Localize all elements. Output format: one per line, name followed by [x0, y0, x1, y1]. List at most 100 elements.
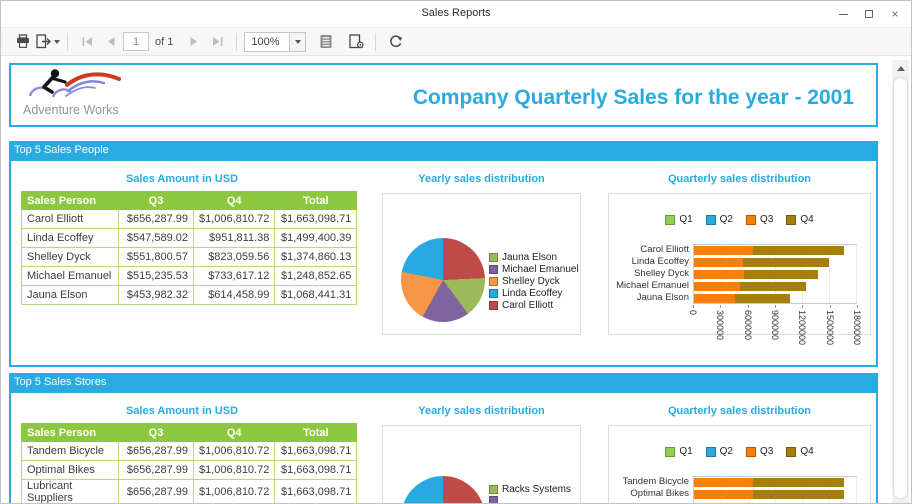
- scrollbar-thumb[interactable]: [893, 77, 908, 499]
- scroll-up-icon: [896, 65, 905, 71]
- section-body-top5-sales-people: Sales Amount in USD Yearly sales distrib…: [9, 159, 878, 367]
- table-row: Jauna Elson $453,982.32 $614,458.99 $1,068,…: [21, 285, 358, 305]
- table-cell: $515,235.53: [118, 266, 194, 286]
- bar-category-label: Shelley Dyck: [634, 268, 689, 279]
- pie-chart: [401, 476, 485, 503]
- legend-label: Jauna Elson: [502, 252, 558, 263]
- export-button[interactable]: [35, 31, 60, 53]
- column-header: Sales Person: [21, 191, 119, 210]
- zoom-dropdown-button[interactable]: [290, 31, 307, 52]
- legend-label: Q2: [719, 214, 733, 225]
- bar-category-label: Jauna Elson: [636, 292, 689, 303]
- column-header: Q3: [118, 191, 194, 210]
- last-page-button[interactable]: [205, 31, 229, 53]
- legend-swatch: [705, 214, 716, 225]
- bar-category-label: Tandem Bicycle: [622, 476, 689, 487]
- legend-item: Q4: [786, 214, 814, 225]
- legend-swatch: [665, 446, 676, 457]
- previous-page-icon: [107, 37, 114, 46]
- logo-label: Adventure Works: [23, 103, 119, 117]
- bar-legend: Q1 Q2 Q3 Q4: [609, 446, 870, 457]
- table-cell: $656,287.99: [118, 441, 194, 461]
- axis-tick-label: 1200000: [797, 310, 808, 346]
- legend-swatch: [705, 446, 716, 457]
- table-cell: Carol Elliott: [21, 209, 119, 229]
- gridline: [856, 245, 857, 303]
- bar-segment-q3: [694, 490, 754, 499]
- page-number-input[interactable]: [123, 32, 149, 51]
- legend-label: Q1: [679, 214, 693, 225]
- legend-swatch: [489, 277, 498, 286]
- close-icon: ×: [891, 7, 899, 21]
- zoom-caret-icon: [294, 39, 301, 44]
- legend-item: Q3: [746, 214, 773, 225]
- minimize-button[interactable]: [835, 6, 851, 22]
- table-header-row: Sales Person Q3 Q4 Total: [21, 191, 358, 210]
- table-cell: $453,982.32: [118, 285, 194, 305]
- bar-category-labels: Carol Elliott Linda Ecoffey Shelley Dyck Mi…: [609, 244, 689, 304]
- maximize-button[interactable]: [861, 6, 877, 22]
- bar-segment-q4: [753, 246, 844, 255]
- legend-swatch: [489, 253, 498, 262]
- bar-row: [694, 477, 856, 489]
- table-row: Linda Ecoffey $547,589.02 $951,811.38 $1,49…: [21, 228, 358, 248]
- pie-legend: Jauna Elson Michael Emanuel Shelley Dyck Li…: [489, 252, 579, 312]
- column-header: Q4: [192, 191, 276, 210]
- vertical-scrollbar[interactable]: [892, 60, 909, 503]
- minimize-icon: [838, 13, 848, 15]
- legend-label: Q3: [760, 446, 774, 457]
- bar-category-label: Michael Emanuel: [616, 280, 689, 291]
- legend-item: Q2: [705, 446, 733, 457]
- first-page-icon: [82, 37, 92, 46]
- next-page-button[interactable]: [181, 31, 205, 53]
- bar-segment-q4: [740, 282, 807, 291]
- table-row: Optimal Bikes $656,287.99 $1,006,810.72 $1,…: [21, 460, 358, 480]
- axis-tick-label: 300000: [715, 310, 726, 341]
- section-header-top5-sales-people: Top 5 Sales People: [9, 141, 878, 159]
- legend-label: Q1: [679, 446, 693, 457]
- table-cell: $656,287.99: [118, 209, 194, 229]
- section-body-top5-sales-stores: Sales Amount in USD Yearly sales distrib…: [9, 391, 878, 503]
- page-setup-button[interactable]: [344, 31, 368, 53]
- legend-item: Linda Ecoffey: [489, 288, 579, 299]
- column-header: Q4: [192, 423, 276, 442]
- table-cell: $551,800.57: [118, 247, 194, 267]
- page-count-label: of 1: [155, 35, 174, 48]
- axis-tick-label: 600000: [742, 310, 753, 341]
- legend-item: Q1: [665, 446, 693, 457]
- axis-tick-label: 1800000: [852, 310, 862, 346]
- close-button[interactable]: ×: [887, 6, 903, 22]
- section-header-top5-sales-stores: Top 5 Sales Stores: [9, 373, 878, 391]
- bar-segment-q3: [694, 270, 744, 279]
- table-cell: $951,811.38: [192, 228, 276, 248]
- column-header: Sales Person: [21, 423, 119, 442]
- bar-row: [694, 489, 856, 501]
- scroll-up-button[interactable]: [892, 60, 909, 76]
- print-button[interactable]: [11, 31, 35, 53]
- previous-page-button[interactable]: [99, 31, 123, 53]
- pie-chart-title: Yearly sales distribution: [418, 173, 545, 185]
- table-header-row: Sales Person Q3 Q4 Total: [21, 423, 358, 442]
- bar-row: [694, 257, 856, 269]
- toolbar-separator: [67, 32, 68, 51]
- table-cell: Tandem Bicycle: [21, 441, 119, 461]
- pie-chart-title: Yearly sales distribution: [418, 405, 545, 417]
- gridline: [856, 477, 857, 503]
- bar-segment-q4: [743, 258, 829, 267]
- table-cell: $1,499,400.39: [274, 228, 358, 248]
- legend-item: Jauna Elson: [489, 252, 579, 263]
- sales-table: Sales Person Q3 Q4 Total Carol Elliott $656,2…: [21, 191, 358, 305]
- adventure-works-logo: Adventure Works: [23, 68, 153, 117]
- report-title: Company Quarterly Sales for the year - 2…: [412, 86, 854, 109]
- bar-segment-q3: [694, 478, 754, 487]
- pie-chart: [401, 238, 485, 322]
- print-layout-icon: [320, 35, 332, 48]
- refresh-button[interactable]: [383, 31, 407, 53]
- table-cell: $656,287.99: [118, 460, 194, 480]
- print-layout-button[interactable]: [314, 31, 338, 53]
- zoom-combobox[interactable]: 100%: [244, 31, 291, 52]
- table-row: Shelley Dyck $551,800.57 $823,059.56 $1,374…: [21, 247, 358, 267]
- first-page-button[interactable]: [75, 31, 99, 53]
- bar-segment-q4: [753, 490, 844, 499]
- legend-label: Q3: [760, 214, 774, 225]
